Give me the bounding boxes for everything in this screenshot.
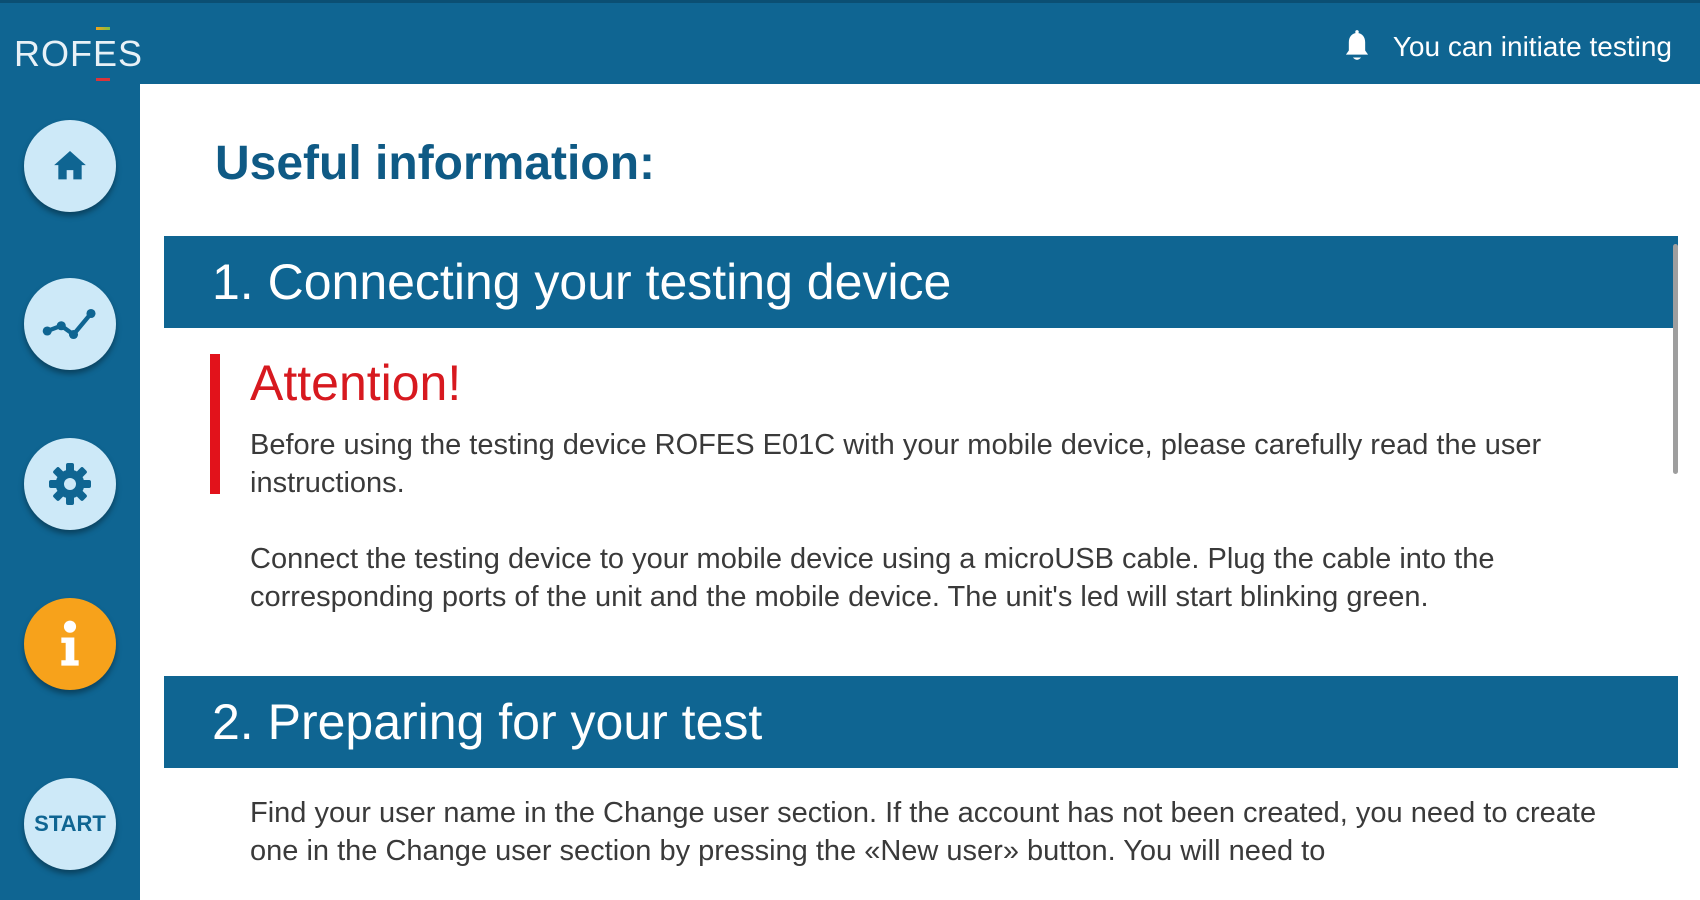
bell-icon	[1345, 30, 1368, 60]
sidebar-item-history[interactable]	[24, 278, 116, 370]
section-header-1: 1. Connecting your testing device	[164, 236, 1678, 328]
start-button[interactable]: START	[24, 778, 116, 870]
sidebar-item-info[interactable]	[24, 598, 116, 690]
logo: ROFES	[14, 27, 144, 81]
section-header-2: 2. Preparing for your test	[164, 676, 1678, 768]
scrollbar[interactable]	[1673, 244, 1678, 474]
info-icon	[61, 620, 79, 666]
info-content-panel: Useful information: 1. Connecting your t…	[140, 84, 1700, 900]
section-2-body: Find your user name in the Change user s…	[250, 797, 1597, 867]
chart-line-icon	[42, 308, 96, 340]
home-icon	[54, 151, 86, 180]
notification-area[interactable]: You can initiate testing	[1343, 29, 1672, 65]
attention-text: Before using the testing device ROFES E0…	[250, 429, 1542, 499]
attention-bar	[210, 354, 220, 494]
start-button-label: START	[34, 811, 106, 836]
section-1-body: Connect the testing device to your mobil…	[250, 543, 1495, 613]
page-title: Useful information:	[215, 137, 655, 190]
top-bar: ROFES You can initiate testing	[0, 0, 1700, 84]
notification-text: You can initiate testing	[1392, 31, 1672, 62]
gear-icon	[49, 463, 91, 505]
app-window: ROFES You can initiate testing START Use…	[0, 0, 1700, 900]
attention-title: Attention!	[250, 355, 462, 411]
sidebar-item-home[interactable]	[24, 120, 116, 212]
sidebar-item-settings[interactable]	[24, 438, 116, 530]
sidebar: START	[0, 84, 140, 900]
